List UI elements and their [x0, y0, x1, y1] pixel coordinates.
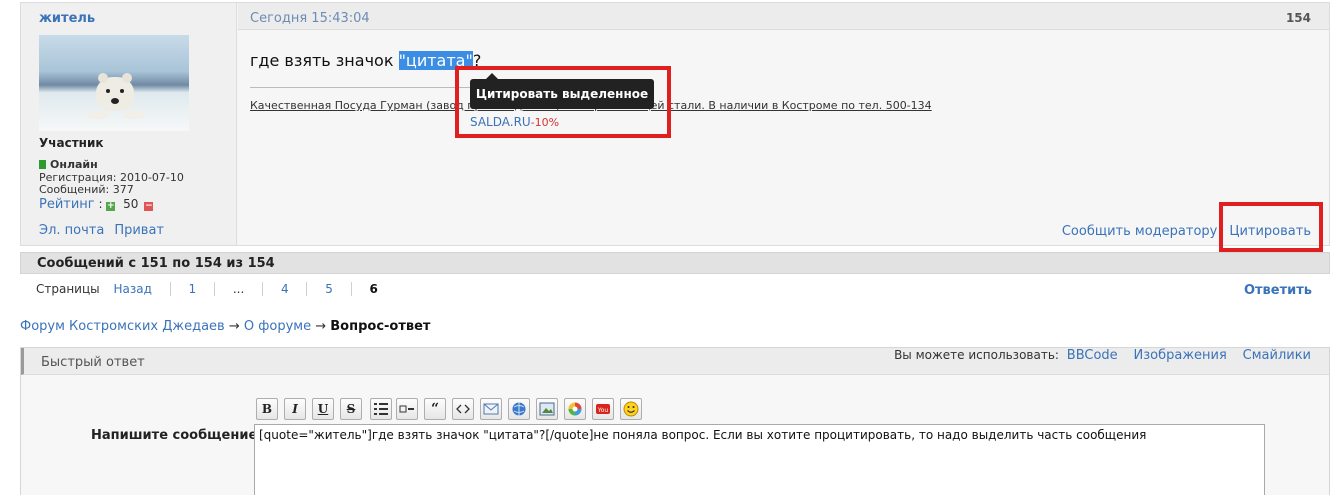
rating-label[interactable]: Рейтинг [39, 197, 95, 212]
post-body: Сегодня 15:43:04 154 где взять значок "ц… [238, 3, 1329, 245]
link-icon[interactable] [508, 398, 530, 420]
bbcode-link[interactable]: BBCode [1067, 348, 1118, 363]
post-actions: Сообщить модератору Цитировать [1050, 224, 1311, 239]
online-icon [39, 160, 46, 169]
post-number[interactable]: 154 [1286, 11, 1311, 25]
page-back-link[interactable]: Назад [113, 282, 151, 296]
post-text-before: где взять значок [250, 51, 399, 70]
polar-bear-image [96, 73, 134, 111]
images-link[interactable]: Изображения [1134, 348, 1227, 363]
signature-divider [250, 87, 470, 88]
report-moderator-link[interactable]: Сообщить модератору [1062, 224, 1218, 239]
underline-icon[interactable]: U [312, 398, 334, 420]
breadcrumb: Форум Костромских Джедаев → О форуме → В… [20, 319, 430, 334]
post-author-panel: житель Участник Онлайн Регистрация: 2010… [21, 3, 237, 245]
messages-range-text: Сообщений с 151 по 154 из 154 [37, 256, 275, 271]
youtube-icon[interactable]: You [592, 398, 614, 420]
selected-text: "цитата" [398, 51, 473, 70]
email-icon[interactable] [480, 398, 502, 420]
author-links: Эл. почта Приват [39, 223, 174, 238]
messages-count: Сообщений: 377 [39, 183, 134, 196]
signature-site-link[interactable]: SALDA.RU [470, 115, 531, 129]
code-icon[interactable] [452, 398, 474, 420]
online-label: Онлайн [50, 158, 98, 171]
page-ellipsis: ... [232, 282, 245, 296]
quick-reply-header: Быстрый ответ Вы можете использовать: BB… [21, 348, 1329, 375]
list-icon[interactable] [370, 398, 392, 420]
rating-plus-icon[interactable]: + [106, 202, 116, 211]
can-use-label: Вы можете использовать: [894, 348, 1059, 362]
pagination: Страницы Назад 1 ... 4 5 6 [36, 282, 378, 296]
breadcrumb-forum-link[interactable]: Форум Костромских Джедаев [20, 319, 225, 334]
message-textarea[interactable]: [quote="житель"]где взять значок "цитата… [254, 424, 1265, 495]
quick-reply-title: Быстрый ответ [41, 355, 145, 370]
list-item-icon[interactable] [396, 398, 418, 420]
page-link[interactable]: 5 [325, 282, 333, 296]
signature-site[interactable]: SALDA.RU-10% [470, 115, 559, 129]
quote-selection-tooltip[interactable]: Цитировать выделенное [470, 73, 654, 109]
forum-post: житель Участник Онлайн Регистрация: 2010… [20, 2, 1330, 246]
rating-value: 50 [123, 197, 139, 211]
image-icon[interactable] [536, 398, 558, 420]
breadcrumb-arrow-icon: → [315, 319, 327, 334]
breadcrumb-arrow-icon: → [228, 319, 240, 334]
color-icon[interactable] [564, 398, 586, 420]
post-header: Сегодня 15:43:04 154 [238, 3, 1329, 30]
private-message-link[interactable]: Приват [114, 223, 164, 238]
quote-link[interactable]: Цитировать [1229, 224, 1311, 239]
page-link[interactable]: 4 [281, 282, 289, 296]
page-link[interactable]: 1 [189, 282, 197, 296]
message-label: Напишите сообщение [91, 428, 258, 443]
breadcrumb-current-topic: Вопрос-ответ [330, 319, 431, 334]
strikethrough-icon[interactable]: S [340, 398, 362, 420]
post-text-after: ? [472, 51, 482, 70]
author-role: Участник [39, 136, 104, 150]
rating: Рейтинг : + 50− [39, 197, 154, 212]
quote-icon[interactable]: “ [424, 398, 446, 420]
author-name-link[interactable]: житель [39, 11, 95, 26]
rating-minus-icon[interactable]: − [144, 202, 154, 211]
formatting-options: Вы можете использовать: BBCode Изображен… [894, 348, 1311, 363]
signature-discount: -10% [530, 116, 560, 129]
current-page: 6 [369, 282, 378, 296]
smilies-link[interactable]: Смайлики [1243, 348, 1311, 363]
breadcrumb-section-link[interactable]: О форуме [244, 319, 311, 334]
reply-link[interactable]: Ответить [1244, 283, 1312, 298]
italic-icon[interactable]: I [284, 398, 306, 420]
post-date[interactable]: Сегодня 15:43:04 [250, 11, 370, 26]
email-link[interactable]: Эл. почта [39, 223, 104, 238]
smiley-icon[interactable] [620, 398, 642, 420]
quick-reply-panel: Быстрый ответ Вы можете использовать: BB… [20, 347, 1330, 495]
avatar [39, 35, 189, 131]
online-status: Онлайн [39, 158, 98, 171]
svg-text:You: You [597, 407, 609, 414]
post-message: где взять значок "цитата"? [250, 51, 481, 70]
rating-separator: : [94, 197, 107, 211]
pages-label: Страницы [36, 282, 100, 296]
messages-range-bar: Сообщений с 151 по 154 из 154 [20, 252, 1330, 274]
bold-icon[interactable]: B [256, 398, 278, 420]
